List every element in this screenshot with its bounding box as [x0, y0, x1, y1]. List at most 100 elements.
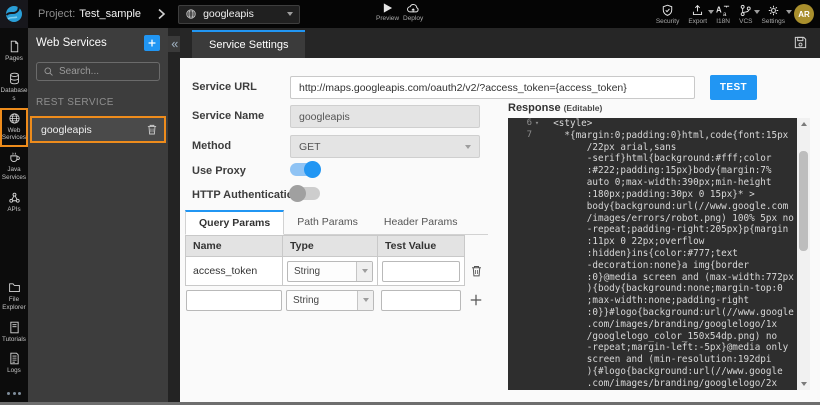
line-number [508, 142, 532, 154]
code-text: -decoration:none}a img{border [542, 260, 749, 272]
delete-service-button[interactable] [146, 123, 158, 136]
scrollbar-thumb[interactable] [799, 151, 808, 251]
panel-collapse-strip [168, 28, 180, 405]
deploy-button[interactable]: Deploy [403, 2, 423, 22]
select-caret-box [357, 291, 373, 310]
add-param-button[interactable] [469, 293, 483, 307]
preview-button[interactable]: Preview [376, 2, 399, 22]
tab-header-params[interactable]: Header Params [371, 210, 471, 234]
type-select[interactable]: String [286, 290, 374, 311]
sidebar-item-web-services[interactable]: Web Services [0, 108, 28, 148]
response-code-editor[interactable]: 6▾ <style> 7 *{margin:0;padding:0}html,c… [508, 118, 797, 390]
fold-arrow-icon[interactable]: ▾ [532, 118, 542, 130]
code-text: /googlelogo_color_150x54dp.png) no [542, 331, 777, 343]
sidebar-item-apis[interactable]: APIs [0, 187, 28, 219]
chevron-down-icon [363, 298, 369, 302]
nodes-icon [8, 191, 21, 204]
tab-service-settings[interactable]: Service Settings [192, 30, 305, 58]
panel-header: Web Services [28, 28, 168, 58]
use-proxy-toggle[interactable] [290, 163, 320, 176]
breadcrumb-chevron-icon [157, 8, 166, 20]
code-text: body{background:url(//www.google.com [542, 201, 788, 213]
line-number [508, 248, 532, 260]
database-icon [8, 72, 21, 85]
service-url-label: Service URL [192, 81, 257, 93]
http-authentication-label: HTTP Authentication [192, 189, 300, 201]
method-select[interactable]: GET [290, 135, 480, 158]
code-text: -repeat;padding-right:205px}p{margin [542, 224, 788, 236]
sidebar-item-databases[interactable]: Databases [0, 68, 28, 108]
line-number [508, 307, 532, 319]
editor-line: screen and (min-resolution:192dpi [508, 354, 797, 366]
line-number [508, 272, 532, 284]
sidebar-item-tutorials[interactable]: Tutorials [0, 317, 28, 349]
floppy-save-icon [793, 35, 808, 50]
export-icon [691, 4, 704, 17]
toggle-knob [289, 185, 306, 202]
sidebar-item-file-explorer[interactable]: File Explorer [0, 277, 28, 317]
test-value-input[interactable] [382, 261, 460, 282]
scroll-down-arrow[interactable] [797, 378, 810, 390]
app-window: Project:Test_sample googleapis Preview D… [0, 0, 820, 405]
type-select[interactable]: String [287, 261, 373, 282]
trash-icon [470, 264, 483, 278]
save-button[interactable] [793, 35, 808, 50]
line-number [508, 177, 532, 189]
scroll-up-arrow[interactable] [797, 118, 810, 130]
code-text: :180px;padding:30px 0 15px}* > [542, 189, 755, 201]
method-value: GET [299, 141, 465, 153]
service-search-box [36, 62, 160, 81]
editor-line: 6▾ <style> [508, 118, 797, 130]
editor-line: /googlelogo_color_150x54dp.png) no [508, 331, 797, 343]
user-avatar[interactable]: AR [794, 4, 814, 24]
service-selector-dropdown[interactable]: googleapis [178, 5, 300, 24]
response-title: Response [508, 102, 561, 114]
search-input[interactable] [59, 66, 153, 77]
rest-service-section-label: REST SERVICE [28, 87, 168, 116]
new-param-name-input[interactable] [186, 290, 282, 311]
preview-label: Preview [376, 15, 399, 22]
security-button[interactable]: Security [656, 4, 679, 25]
topbar-right-actions: Security Export Aa I18N VCS Settings [656, 0, 814, 28]
more-options-icon[interactable] [7, 392, 21, 395]
export-button[interactable]: Export [688, 4, 707, 25]
response-scrollbar[interactable] [797, 118, 810, 390]
code-text: -serif}html{background:#fff;color [542, 153, 772, 165]
code-text: screen and (min-resolution:192dpi [542, 354, 772, 366]
editor-line: ){body{background:none;margin-top:0 [508, 283, 797, 295]
service-list-item-googleapis[interactable]: googleapis [30, 116, 166, 143]
sidebar-item-java-services[interactable]: Java Services [0, 147, 28, 187]
line-number: 6 [508, 118, 532, 130]
select-caret-box [356, 262, 372, 281]
sidebar-item-pages[interactable]: Pages [0, 36, 28, 68]
line-number [508, 153, 532, 165]
collapse-panel-button[interactable] [168, 36, 180, 52]
folder-icon [8, 281, 21, 294]
param-name-cell: access_token [185, 256, 283, 286]
globe-icon [185, 8, 197, 20]
page-icon [8, 40, 21, 53]
tab-path-params[interactable]: Path Params [284, 210, 371, 234]
param-type-cell: String [282, 256, 378, 286]
vcs-button[interactable]: VCS [739, 4, 752, 25]
plus-icon [147, 38, 157, 48]
sidebar-item-label: Logs [1, 367, 28, 375]
sidebar-item-label: Web Services [1, 127, 28, 143]
code-text: /22px arial,sans [542, 142, 676, 154]
add-service-button[interactable] [144, 35, 160, 51]
settings-button[interactable]: Settings [762, 4, 786, 25]
http-authentication-toggle[interactable] [290, 187, 320, 200]
sidebar-item-logs[interactable]: Logs [0, 348, 28, 380]
editor-line: -repeat;padding-right:205px}p{margin [508, 224, 797, 236]
svg-text:A: A [716, 5, 722, 14]
app-logo[interactable] [0, 0, 28, 28]
code-text: /images/errors/robot.png) 100% 5px no [542, 213, 794, 225]
service-url-input[interactable] [290, 76, 695, 99]
test-button[interactable]: TEST [710, 75, 757, 100]
i18n-button[interactable]: Aa I18N [716, 4, 730, 25]
code-text: ){#logo{background:url(//www.google [542, 366, 783, 378]
delete-param-button[interactable] [470, 264, 483, 278]
tab-query-params[interactable]: Query Params [185, 210, 284, 235]
test-value-input[interactable] [381, 290, 461, 311]
editor-line: /22px arial,sans [508, 142, 797, 154]
